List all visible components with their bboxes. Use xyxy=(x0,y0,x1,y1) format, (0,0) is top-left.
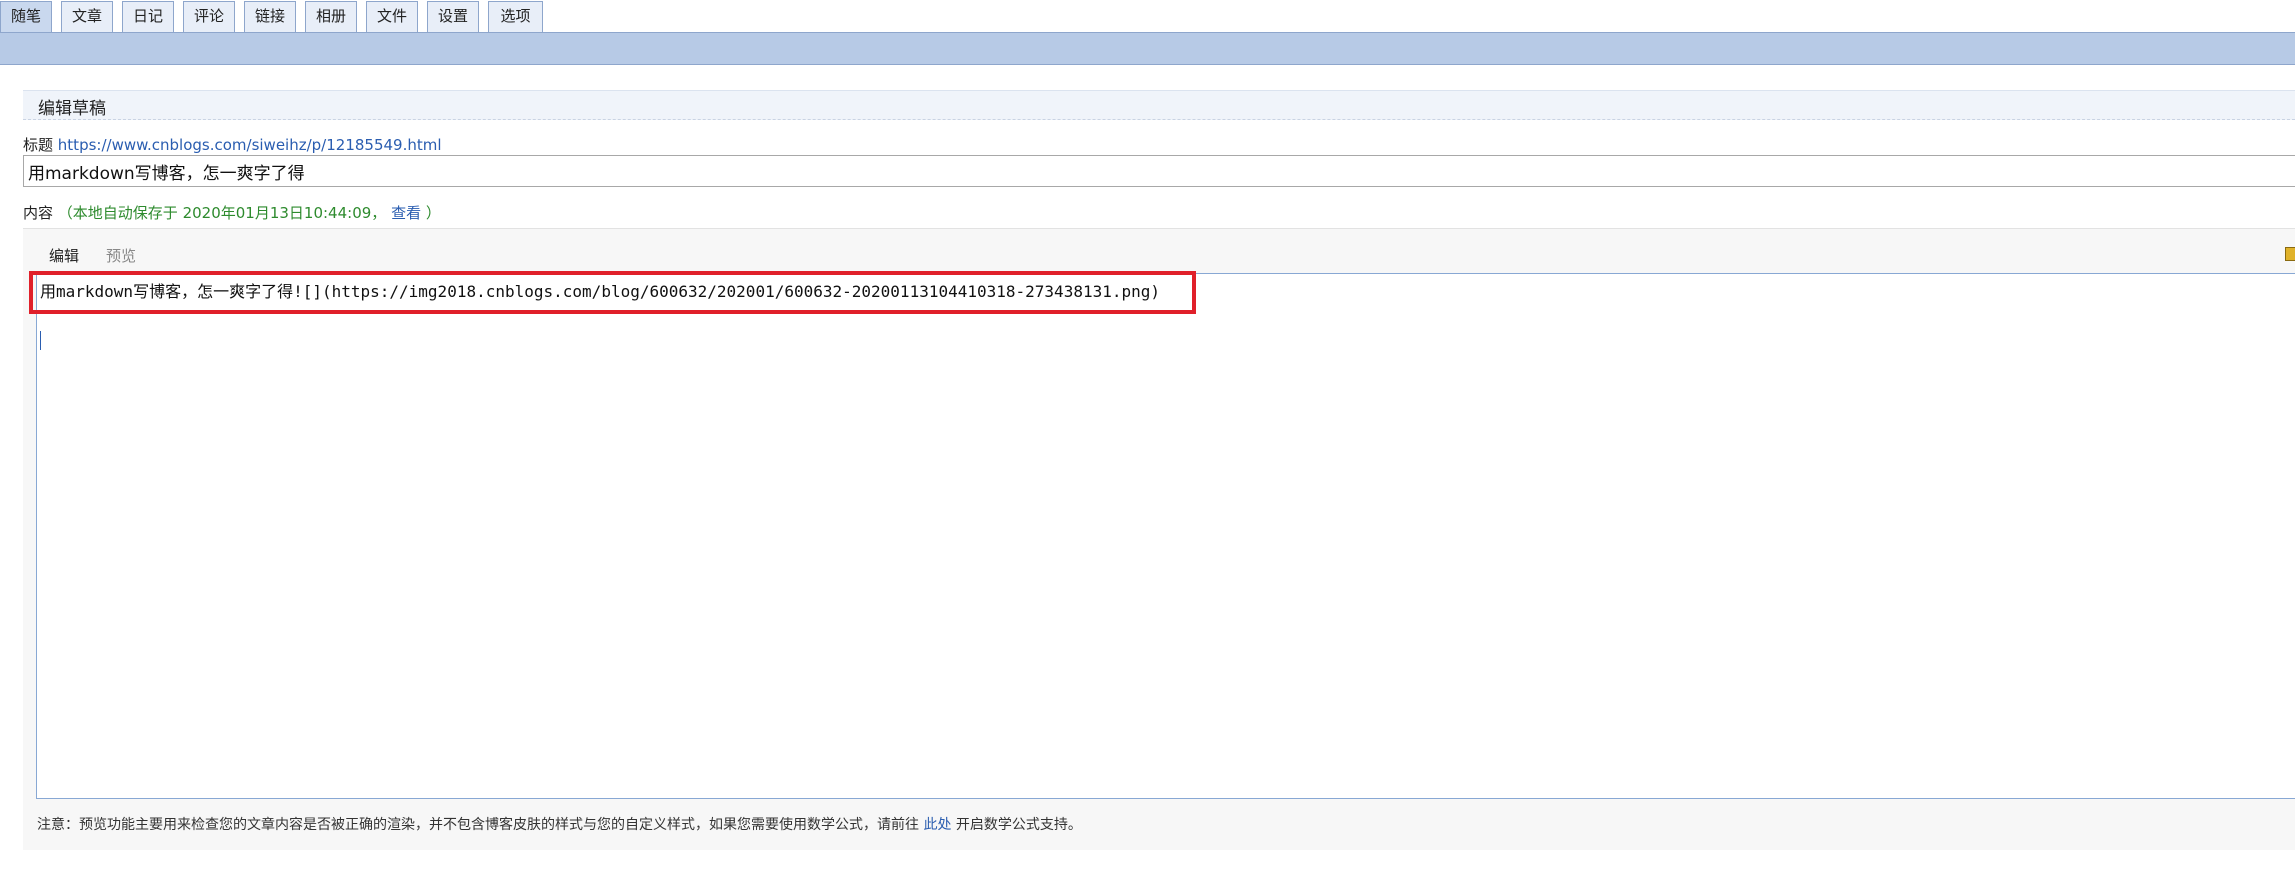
tab-album[interactable]: 相册 xyxy=(305,1,357,32)
title-label: 标题 xyxy=(23,136,54,154)
markdown-editor[interactable]: 用markdown写博客，怎一爽字了得![](https://img2018.c… xyxy=(36,273,2295,799)
note-suffix: 开启数学公式支持。 xyxy=(951,817,1082,833)
autosave-close-paren: ） xyxy=(425,204,441,222)
post-url-link[interactable]: https://www.cnblogs.com/siweihz/p/121855… xyxy=(58,136,442,154)
markdown-line: 用markdown写博客，怎一爽字了得![](https://img2018.c… xyxy=(40,282,1161,301)
tab-settings[interactable]: 设置 xyxy=(427,1,479,32)
tab-links[interactable]: 链接 xyxy=(244,1,296,32)
editor-tab-edit[interactable]: 编辑 xyxy=(49,245,79,266)
editor-tab-preview[interactable]: 预览 xyxy=(106,245,136,266)
title-input[interactable] xyxy=(23,155,2295,187)
preview-note: 注意：预览功能主要用来检查您的文章内容是否被正确的渲染，并不包含博客皮肤的样式与… xyxy=(37,814,1082,834)
section-title: 编辑草稿 xyxy=(38,99,106,119)
tab-article[interactable]: 文章 xyxy=(61,1,113,32)
text-caret xyxy=(40,331,41,350)
tab-files[interactable]: 文件 xyxy=(366,1,418,32)
tab-content-bar xyxy=(0,32,2295,65)
tab-comments[interactable]: 评论 xyxy=(183,1,235,32)
tab-essay[interactable]: 随笔 xyxy=(0,1,52,32)
title-label-row: 标题 https://www.cnblogs.com/siweihz/p/121… xyxy=(23,134,442,155)
top-tab-bar: 随笔 文章 日记 评论 链接 相册 文件 设置 选项 xyxy=(0,0,2295,32)
content-label: 内容 xyxy=(23,204,54,222)
note-text: 注意：预览功能主要用来检查您的文章内容是否被正确的渲染，并不包含博客皮肤的样式与… xyxy=(37,817,924,833)
autosave-status: （本地自动保存于 2020年01月13日10:44:09， xyxy=(57,204,387,222)
tab-diary[interactable]: 日记 xyxy=(122,1,174,32)
image-icon[interactable] xyxy=(2285,247,2295,261)
section-header: 编辑草稿 xyxy=(23,90,2295,120)
math-support-link[interactable]: 此处 xyxy=(923,817,951,833)
tab-options[interactable]: 选项 xyxy=(488,1,543,32)
view-autosave-link[interactable]: 查看 xyxy=(391,204,421,222)
content-label-row: 内容 （本地自动保存于 2020年01月13日10:44:09， 查看 ） xyxy=(23,202,441,223)
